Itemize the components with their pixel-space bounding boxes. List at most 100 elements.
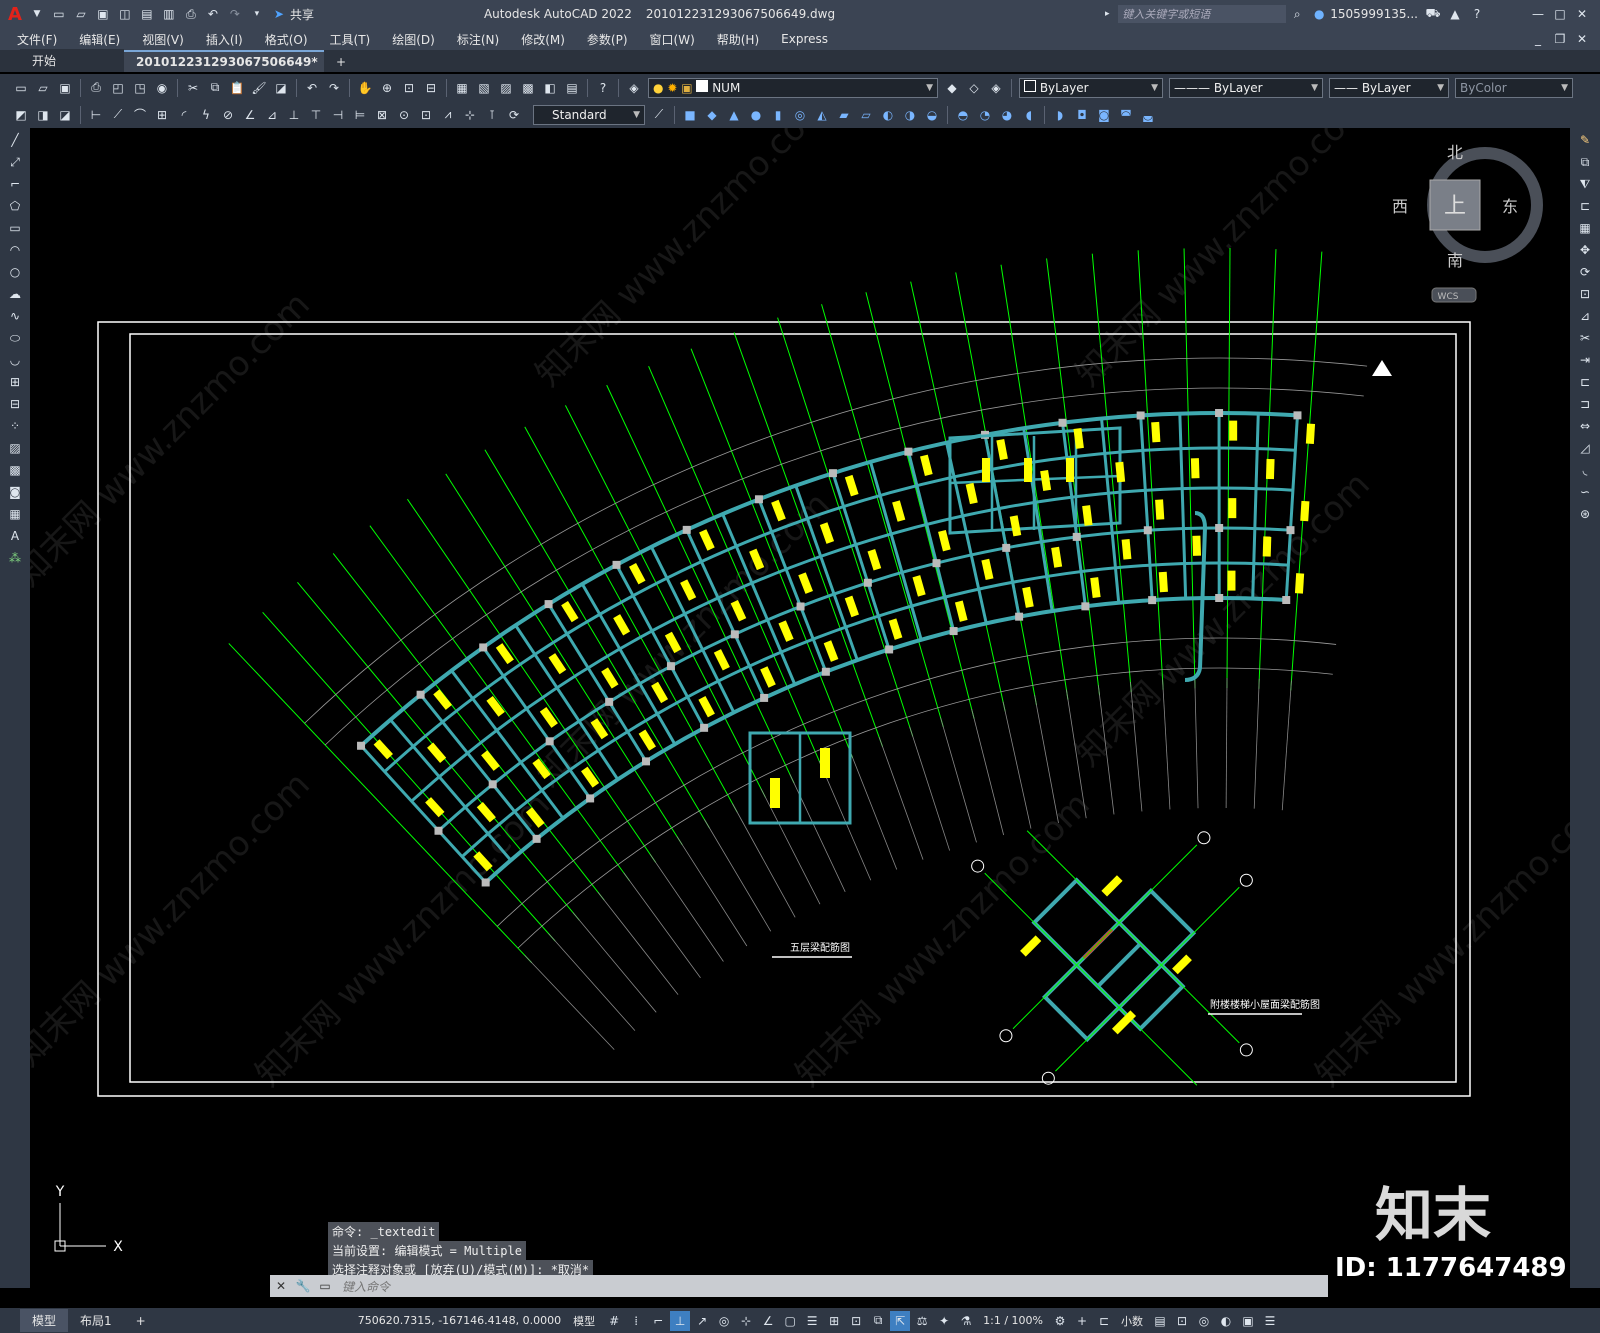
- menu-help[interactable]: 帮助(H): [706, 31, 770, 48]
- app-logo-icon[interactable]: A: [8, 4, 22, 25]
- menu-express[interactable]: Express: [770, 32, 839, 46]
- loft-icon[interactable]: ◒: [922, 105, 942, 125]
- layer-properties-icon[interactable]: ◈: [624, 78, 644, 98]
- region-icon[interactable]: ◙: [4, 482, 26, 502]
- zoom-realtime-icon[interactable]: ⊕: [377, 78, 397, 98]
- cone-icon[interactable]: ▲: [724, 105, 744, 125]
- minimize-icon[interactable]: —: [1528, 4, 1548, 24]
- web-save-icon[interactable]: ▥: [159, 4, 179, 24]
- plot-icon[interactable]: ⎙: [181, 4, 201, 24]
- redo-icon[interactable]: ↷: [225, 4, 245, 24]
- model-space-canvas[interactable]: 知末网 www.znzmo.com 知末网 www.znzmo.com 知末网 …: [30, 128, 1570, 1288]
- union-icon[interactable]: ◓: [953, 105, 973, 125]
- break-icon[interactable]: ⊐: [1574, 394, 1596, 414]
- layer-states-icon[interactable]: ◈: [986, 78, 1006, 98]
- match-properties-icon[interactable]: 🖌: [249, 78, 269, 98]
- textstyle-dropdown[interactable]: Standard ▼: [533, 104, 645, 125]
- properties-icon[interactable]: ▦: [452, 78, 472, 98]
- share-icon[interactable]: ➤: [269, 4, 289, 24]
- dim-continue-icon[interactable]: ⊤: [306, 105, 326, 125]
- make-block-icon[interactable]: ⊟: [4, 394, 26, 414]
- move-icon[interactable]: ✥: [1574, 240, 1596, 260]
- insert-block-icon[interactable]: ⊞: [4, 372, 26, 392]
- spline-icon[interactable]: ∿: [4, 306, 26, 326]
- compass-south[interactable]: 南: [1447, 251, 1463, 270]
- paste-icon[interactable]: 📋: [227, 78, 247, 98]
- customize-icon[interactable]: ▾: [247, 4, 267, 24]
- dim-edit-icon[interactable]: ⊹: [460, 105, 480, 125]
- workspace-gear-icon[interactable]: ⚙: [1050, 1311, 1070, 1331]
- sheet-set-icon[interactable]: ▩: [518, 78, 538, 98]
- customize-wrench-icon[interactable]: 🔧: [293, 1276, 313, 1296]
- block-editor-icon[interactable]: ◪: [271, 78, 291, 98]
- doc-restore-icon[interactable]: ❐: [1550, 29, 1570, 49]
- explode-icon[interactable]: ⊛: [1574, 504, 1596, 524]
- make-current-icon[interactable]: ◆: [942, 78, 962, 98]
- quickcalc-icon[interactable]: ▤: [562, 78, 582, 98]
- circle-icon[interactable]: ○: [4, 262, 26, 282]
- search-input[interactable]: 键入关键字或短语: [1118, 5, 1287, 23]
- trim-icon[interactable]: ✂: [1574, 328, 1596, 348]
- ellipse-arc-icon[interactable]: ◡: [4, 350, 26, 370]
- ucs-origin-icon[interactable]: ◙: [1094, 105, 1114, 125]
- menu-format[interactable]: 格式(O): [254, 31, 319, 48]
- new-icon[interactable]: ▭: [49, 4, 69, 24]
- save-icon[interactable]: ▣: [55, 78, 75, 98]
- color-dropdown[interactable]: ByLayer ▼: [1019, 77, 1163, 98]
- cylinder-icon[interactable]: ▮: [768, 105, 788, 125]
- auto-scale-icon[interactable]: ✦: [934, 1311, 954, 1331]
- snap-icon[interactable]: ⁞: [626, 1311, 646, 1331]
- torus-icon[interactable]: ◎: [790, 105, 810, 125]
- array-icon[interactable]: ▦: [1574, 218, 1596, 238]
- share-label[interactable]: 共享: [290, 6, 314, 23]
- dim-aligned-icon[interactable]: ⟋: [108, 105, 128, 125]
- customization-icon[interactable]: ☰: [1260, 1311, 1280, 1331]
- menu-parametric[interactable]: 参数(P): [576, 31, 639, 48]
- dim-linear-icon[interactable]: ⊢: [86, 105, 106, 125]
- rotate-icon[interactable]: ⟳: [1574, 262, 1596, 282]
- compass-east[interactable]: 东: [1502, 197, 1518, 216]
- ucs-icon[interactable]: ◗: [1050, 105, 1070, 125]
- dim-radius-icon[interactable]: ◜: [174, 105, 194, 125]
- units-icon[interactable]: ⊏: [1094, 1311, 1114, 1331]
- jogged-linear-icon[interactable]: ⩘: [438, 105, 458, 125]
- menu-file[interactable]: 文件(F): [6, 31, 68, 48]
- app-menu-chevron-icon[interactable]: ▼: [27, 4, 47, 24]
- quick-dim-icon[interactable]: ⊿: [262, 105, 282, 125]
- extrude-icon[interactable]: ▱: [856, 105, 876, 125]
- undo-icon[interactable]: ↶: [203, 4, 223, 24]
- 3d-osnap-icon[interactable]: ⊞: [824, 1311, 844, 1331]
- extend-icon[interactable]: ⇥: [1574, 350, 1596, 370]
- gradient-icon[interactable]: ▩: [4, 460, 26, 480]
- add-layout-button[interactable]: +: [124, 1311, 158, 1331]
- open-icon[interactable]: ▱: [71, 4, 91, 24]
- tool-palettes-icon[interactable]: ▨: [496, 78, 516, 98]
- tab-start[interactable]: 开始: [20, 49, 124, 72]
- chamfer-icon[interactable]: ◿: [1574, 438, 1596, 458]
- dynamic-ucs-icon[interactable]: ⊡: [846, 1311, 866, 1331]
- fillet-icon[interactable]: ◟: [1574, 460, 1596, 480]
- dim-angular-icon[interactable]: ∠: [240, 105, 260, 125]
- gizmo-icon[interactable]: ⇱: [890, 1310, 911, 1331]
- intersect-icon[interactable]: ◕: [997, 105, 1017, 125]
- tab-model[interactable]: 模型: [20, 1309, 69, 1332]
- command-prompt-icon[interactable]: ▭: [315, 1276, 335, 1296]
- slice-icon[interactable]: ◖: [1019, 105, 1039, 125]
- tolerance-icon[interactable]: ⊠: [372, 105, 392, 125]
- annotation-scale-value[interactable]: 1:1 / 100%: [983, 1314, 1043, 1327]
- dim-style-icon[interactable]: ⟋: [649, 105, 669, 125]
- help-icon[interactable]: ?: [593, 78, 613, 98]
- inspection-icon[interactable]: ⊡: [416, 105, 436, 125]
- revolve-icon[interactable]: ◐: [878, 105, 898, 125]
- menu-draw[interactable]: 绘图(D): [381, 31, 446, 48]
- dim-diameter-icon[interactable]: ⊘: [218, 105, 238, 125]
- linetype-dropdown[interactable]: ——— ByLayer ▼: [1169, 77, 1323, 98]
- dim-baseline-icon[interactable]: ⊥: [284, 105, 304, 125]
- blend-icon[interactable]: ∽: [1574, 482, 1596, 502]
- command-input[interactable]: 键入命令: [336, 1278, 390, 1295]
- coordinates-readout[interactable]: 750620.7315, -167146.4148, 0.0000: [358, 1314, 561, 1327]
- polar-icon[interactable]: ⊥: [670, 1310, 691, 1331]
- units-value[interactable]: 小数: [1121, 1313, 1143, 1329]
- dim-arc-icon[interactable]: ⌒: [130, 105, 150, 125]
- offset-icon[interactable]: ⊏: [1574, 196, 1596, 216]
